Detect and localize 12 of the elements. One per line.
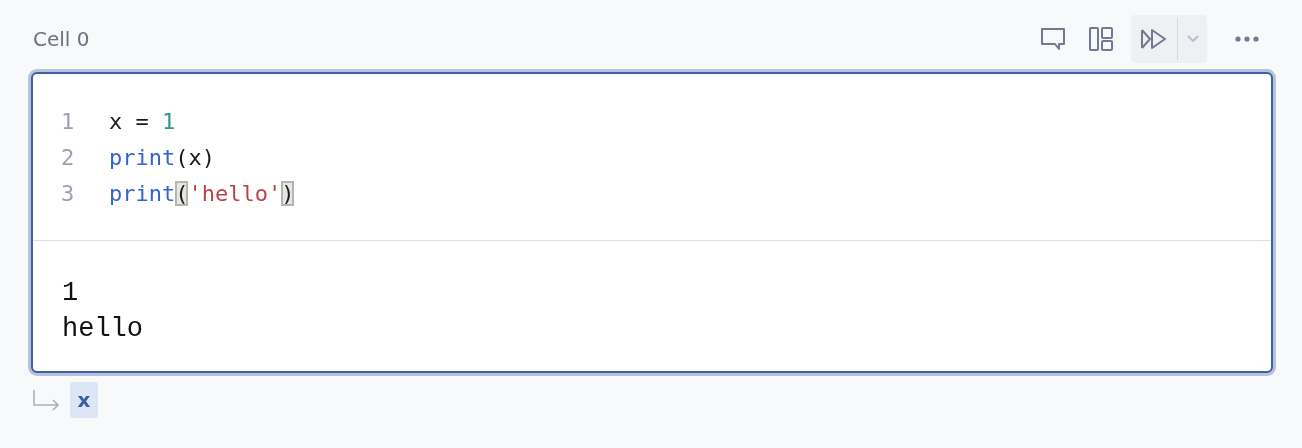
code-line: print(x) [109, 144, 215, 172]
line-number: 1 [60, 108, 76, 136]
code-cell[interactable]: 1 x = 1 2 print(x) 3 print('hello') 1 hello [31, 72, 1273, 373]
output-line: 1 [62, 277, 79, 310]
code-line: print('hello') [109, 180, 295, 208]
code-line: x = 1 [109, 108, 176, 136]
cell-title: Cell 0 [33, 26, 90, 53]
variable-chip[interactable]: x [70, 382, 98, 418]
line-number: 2 [60, 144, 76, 172]
output-line: hello [62, 313, 143, 346]
line-number: 3 [60, 180, 76, 208]
return-arrow-icon [31, 389, 61, 411]
